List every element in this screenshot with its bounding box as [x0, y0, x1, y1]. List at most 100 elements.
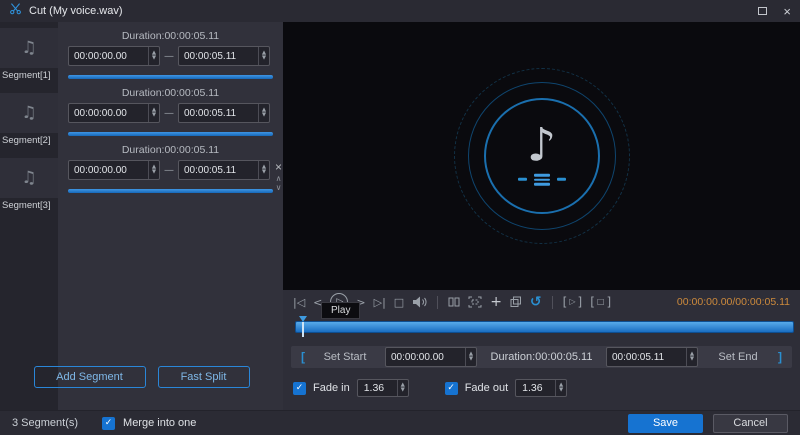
- timeline-section: Play: [283, 316, 800, 336]
- stop-segment-icon[interactable]: [□]: [590, 296, 611, 308]
- range-dash: —: [164, 51, 174, 62]
- split-icon[interactable]: [448, 296, 460, 308]
- scissors-icon: [9, 2, 22, 20]
- footer-bar: 3 Segment(s) ✓ Merge into one Save Cance…: [0, 410, 800, 435]
- segment-row: Duration:00:00:05.11 00:00:00.00 ▲▼ — 00…: [68, 30, 273, 79]
- music-note-icon: ♫: [21, 103, 36, 123]
- time-spinner[interactable]: ▲▼: [258, 161, 269, 179]
- move-down-icon[interactable]: ∨: [276, 183, 282, 192]
- time-spinner[interactable]: ▲▼: [686, 348, 697, 366]
- segment-duration-label: Duration:00:00:05.11: [68, 144, 273, 156]
- spinner-down-icon: ▼: [687, 357, 697, 362]
- fade-in-checkbox[interactable]: ✓: [293, 382, 306, 395]
- trim-end-input[interactable]: 00:00:05.11 ▲▼: [606, 347, 698, 367]
- segment-thumbnail-label: Segment[3]: [0, 198, 58, 211]
- spinner-down-icon: ▼: [149, 170, 159, 175]
- fade-in-input[interactable]: 1.36 ▲▼: [357, 379, 409, 397]
- fast-split-button[interactable]: Fast Split: [158, 366, 250, 388]
- spinner-down-icon: ▼: [259, 170, 269, 175]
- volume-icon[interactable]: [412, 296, 427, 308]
- fade-in-label: Fade in: [313, 382, 350, 394]
- range-dash: —: [164, 165, 174, 176]
- add-segment-icon[interactable]: +: [490, 295, 502, 309]
- toolbar-separator: [437, 296, 438, 309]
- segment-thumbnail-label: Segment[1]: [0, 68, 58, 81]
- segment-row: Duration:00:00:05.11 00:00:00.00 ▲▼ — 00…: [68, 87, 273, 136]
- time-spinner[interactable]: ▲▼: [258, 47, 269, 65]
- segment-thumbnail-1[interactable]: ♫ Segment[1]: [0, 28, 58, 81]
- save-button[interactable]: Save: [628, 414, 703, 433]
- spinner-down-icon: ▼: [556, 388, 566, 393]
- cancel-button[interactable]: Cancel: [713, 414, 788, 433]
- move-up-icon[interactable]: ∧: [276, 174, 282, 183]
- segment-thumbnail-strip: ♫ Segment[1] ♫ Segment[2] ♫ Segment[3]: [0, 22, 58, 410]
- spinner-down-icon: ▼: [398, 388, 408, 393]
- skip-start-icon[interactable]: |◁: [293, 297, 305, 308]
- music-note-icon: ♫: [21, 168, 36, 188]
- segment-range-bar[interactable]: [68, 75, 273, 79]
- skip-end-icon[interactable]: ▷|: [374, 297, 386, 308]
- fade-out-label: Fade out: [465, 382, 508, 394]
- segment-duration-label: Duration:00:00:05.11: [68, 87, 273, 99]
- segment3-end-input[interactable]: 00:00:05.11 ▲▼: [178, 160, 270, 180]
- preview-pane: ♪ |◁ < ▷ > ▷| □: [283, 22, 800, 410]
- set-start-bracket: [: [301, 350, 305, 364]
- trim-controls: [ Set Start 00:00:00.00 ▲▼ Duration:00:0…: [291, 346, 792, 368]
- merge-checkbox[interactable]: ✓: [102, 417, 115, 430]
- set-end-bracket: ]: [778, 350, 782, 364]
- fade-controls: ✓ Fade in 1.36 ▲▼ ✓ Fade out 1.36 ▲▼: [283, 377, 800, 399]
- spinner-down-icon: ▼: [259, 56, 269, 61]
- number-spinner[interactable]: ▲▼: [555, 380, 566, 396]
- time-spinner[interactable]: ▲▼: [148, 161, 159, 179]
- copy-segment-icon[interactable]: [510, 296, 522, 308]
- time-spinner[interactable]: ▲▼: [148, 47, 159, 65]
- transport-toolbar: |◁ < ▷ > ▷| □: [283, 290, 800, 314]
- spinner-down-icon: ▼: [466, 357, 476, 362]
- spinner-down-icon: ▼: [149, 56, 159, 61]
- number-spinner[interactable]: ▲▼: [397, 380, 408, 396]
- segment1-end-input[interactable]: 00:00:05.11 ▲▼: [178, 46, 270, 66]
- add-segment-button[interactable]: Add Segment: [34, 366, 146, 388]
- cut-dialog: Cut (My voice.wav) × ♫ Segment[1] ♫ Segm…: [0, 0, 800, 435]
- fade-out-checkbox[interactable]: ✓: [445, 382, 458, 395]
- merge-label: Merge into one: [123, 417, 196, 429]
- segment1-start-input[interactable]: 00:00:00.00 ▲▼: [68, 46, 160, 66]
- spinner-down-icon: ▼: [259, 113, 269, 118]
- play-segment-icon[interactable]: [▷]: [563, 296, 583, 308]
- reset-icon[interactable]: ↺: [530, 295, 542, 309]
- timeline-slider[interactable]: [295, 321, 794, 333]
- close-button[interactable]: ×: [783, 5, 791, 18]
- segment-range-bar[interactable]: [68, 132, 273, 136]
- set-start-button[interactable]: Set Start: [313, 351, 377, 363]
- segment3-start-input[interactable]: 00:00:00.00 ▲▼: [68, 160, 160, 180]
- audio-visualization: ♪: [452, 66, 632, 246]
- crop-icon[interactable]: [468, 296, 482, 308]
- delete-segment-icon[interactable]: ×: [275, 160, 282, 174]
- music-note-icon: ♫: [21, 38, 36, 58]
- segment-row: Duration:00:00:05.11 00:00:00.00 ▲▼ — 00…: [68, 144, 273, 193]
- equalizer-marks: [518, 174, 566, 186]
- segment-count: 3 Segment(s): [12, 417, 78, 429]
- segment-range-bar[interactable]: [68, 189, 273, 193]
- time-spinner[interactable]: ▲▼: [148, 104, 159, 122]
- maximize-button[interactable]: [758, 2, 767, 20]
- time-display: 00:00:00.00/00:00:05.11: [677, 296, 790, 308]
- preview-area: ♪: [283, 22, 800, 290]
- fade-out-input[interactable]: 1.36 ▲▼: [515, 379, 567, 397]
- trim-duration-label: Duration:00:00:05.11: [485, 351, 598, 363]
- time-spinner[interactable]: ▲▼: [258, 104, 269, 122]
- music-note-icon: ♪: [527, 122, 556, 168]
- segment-thumbnail-2[interactable]: ♫ Segment[2]: [0, 93, 58, 146]
- segment2-start-input[interactable]: 00:00:00.00 ▲▼: [68, 103, 160, 123]
- segment-list-panel: Duration:00:00:05.11 00:00:00.00 ▲▼ — 00…: [58, 22, 283, 410]
- toolbar-separator: [552, 296, 553, 309]
- play-tooltip: Play: [321, 302, 360, 319]
- playhead[interactable]: [298, 316, 307, 337]
- trim-start-input[interactable]: 00:00:00.00 ▲▼: [385, 347, 477, 367]
- stop-button[interactable]: □: [394, 297, 404, 308]
- time-spinner[interactable]: ▲▼: [465, 348, 476, 366]
- segment2-end-input[interactable]: 00:00:05.11 ▲▼: [178, 103, 270, 123]
- set-end-button[interactable]: Set End: [706, 351, 770, 363]
- window-title: Cut (My voice.wav): [29, 5, 123, 17]
- segment-thumbnail-3[interactable]: ♫ Segment[3]: [0, 158, 58, 211]
